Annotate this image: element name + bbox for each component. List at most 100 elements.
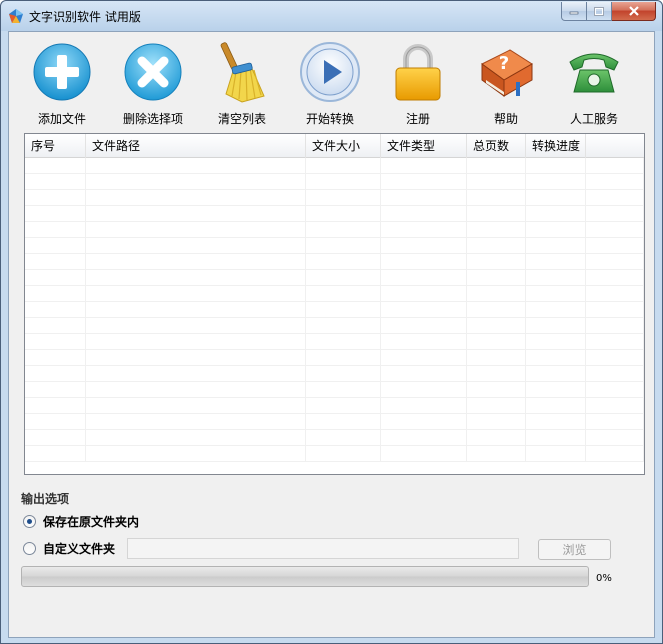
table-row[interactable] (25, 398, 644, 414)
table-row[interactable] (25, 302, 644, 318)
table-row[interactable] (25, 206, 644, 222)
table-row[interactable] (25, 222, 644, 238)
maximize-button[interactable] (587, 2, 612, 21)
table-cell (586, 382, 644, 398)
table-cell (586, 254, 644, 270)
table-cell (467, 174, 526, 190)
table-cell (25, 398, 86, 414)
table-cell (467, 334, 526, 350)
clear-list-button[interactable]: 清空列表 (197, 40, 287, 128)
table-cell (86, 190, 306, 206)
table-cell (467, 430, 526, 446)
register-button[interactable]: 注册 (373, 40, 463, 128)
table-cell (586, 398, 644, 414)
table-cell (381, 350, 467, 366)
table-cell (381, 334, 467, 350)
table-row[interactable] (25, 318, 644, 334)
save-original-radio[interactable] (23, 515, 36, 528)
table-cell (86, 430, 306, 446)
table-cell (381, 254, 467, 270)
table-cell (381, 190, 467, 206)
table-cell (526, 302, 586, 318)
table-cell (586, 270, 644, 286)
start-convert-button[interactable]: 开始转换 (285, 40, 375, 128)
table-cell (586, 414, 644, 430)
table-cell (526, 334, 586, 350)
table-cell (86, 302, 306, 318)
table-cell (25, 414, 86, 430)
table-cell (25, 254, 86, 270)
lock-icon (395, 44, 441, 101)
custom-folder-radio[interactable] (23, 542, 36, 555)
table-cell (381, 382, 467, 398)
register-label: 注册 (405, 112, 430, 126)
add-file-label: 添加文件 (37, 112, 86, 126)
table-cell (25, 302, 86, 318)
minimize-icon (569, 11, 579, 15)
manual-service-button[interactable]: 人工服务 (549, 40, 639, 128)
help-button[interactable]: ? 帮助 (461, 40, 551, 128)
table-cell (86, 158, 306, 174)
column-header-type[interactable]: 文件类型 (381, 134, 467, 158)
custom-folder-input[interactable] (127, 538, 519, 559)
table-cell (467, 302, 526, 318)
column-header-path[interactable]: 文件路径 (86, 134, 306, 158)
add-file-button[interactable]: 添加文件 (17, 40, 107, 128)
file-list-body[interactable] (25, 158, 644, 474)
table-row[interactable] (25, 254, 644, 270)
table-row[interactable] (25, 286, 644, 302)
table-row[interactable] (25, 190, 644, 206)
custom-folder-label[interactable]: 自定义文件夹 (43, 540, 115, 557)
table-cell (381, 270, 467, 286)
table-row[interactable] (25, 446, 644, 462)
table-cell (526, 382, 586, 398)
table-row[interactable] (25, 238, 644, 254)
column-header-size[interactable]: 文件大小 (306, 134, 381, 158)
table-cell (25, 446, 86, 462)
custom-folder-option[interactable]: 自定义文件夹 (23, 540, 115, 557)
svg-text:?: ? (499, 53, 509, 74)
toolbar: 添加文件 删除选择项 清空列表 开始转换 注册 ? 帮助 人工服务 (9, 32, 654, 128)
table-cell (586, 222, 644, 238)
table-cell (306, 302, 381, 318)
table-row[interactable] (25, 350, 644, 366)
table-cell (86, 318, 306, 334)
table-cell (526, 446, 586, 462)
table-row[interactable] (25, 366, 644, 382)
table-cell (86, 222, 306, 238)
table-row[interactable] (25, 270, 644, 286)
table-row[interactable] (25, 158, 644, 174)
table-cell (25, 382, 86, 398)
manual-service-label: 人工服务 (569, 112, 618, 126)
file-list[interactable]: 序号 文件路径 文件大小 文件类型 总页数 转换进度 (24, 133, 645, 475)
table-cell (586, 366, 644, 382)
table-cell (25, 206, 86, 222)
clear-list-label: 清空列表 (217, 112, 266, 126)
table-cell (586, 318, 644, 334)
table-row[interactable] (25, 334, 644, 350)
table-cell (381, 206, 467, 222)
column-header-progress[interactable]: 转换进度 (526, 134, 586, 158)
delete-selected-button[interactable]: 删除选择项 (108, 40, 198, 128)
close-button[interactable] (612, 2, 656, 21)
table-cell (526, 366, 586, 382)
save-original-option[interactable]: 保存在原文件夹内 (23, 513, 139, 530)
table-cell (306, 318, 381, 334)
table-cell (586, 174, 644, 190)
table-row[interactable] (25, 414, 644, 430)
table-row[interactable] (25, 382, 644, 398)
save-original-label[interactable]: 保存在原文件夹内 (43, 513, 139, 530)
table-row[interactable] (25, 430, 644, 446)
browse-button[interactable]: 浏览 (538, 539, 611, 560)
table-cell (526, 286, 586, 302)
table-cell (381, 174, 467, 190)
table-cell (526, 398, 586, 414)
column-header-index[interactable]: 序号 (25, 134, 86, 158)
minimize-button[interactable] (561, 2, 587, 21)
column-header-pages[interactable]: 总页数 (467, 134, 526, 158)
table-cell (306, 382, 381, 398)
table-row[interactable] (25, 174, 644, 190)
title-bar[interactable]: 文字识别软件 试用版 (1, 1, 662, 31)
delete-icon (124, 43, 182, 101)
start-convert-label: 开始转换 (305, 112, 354, 126)
